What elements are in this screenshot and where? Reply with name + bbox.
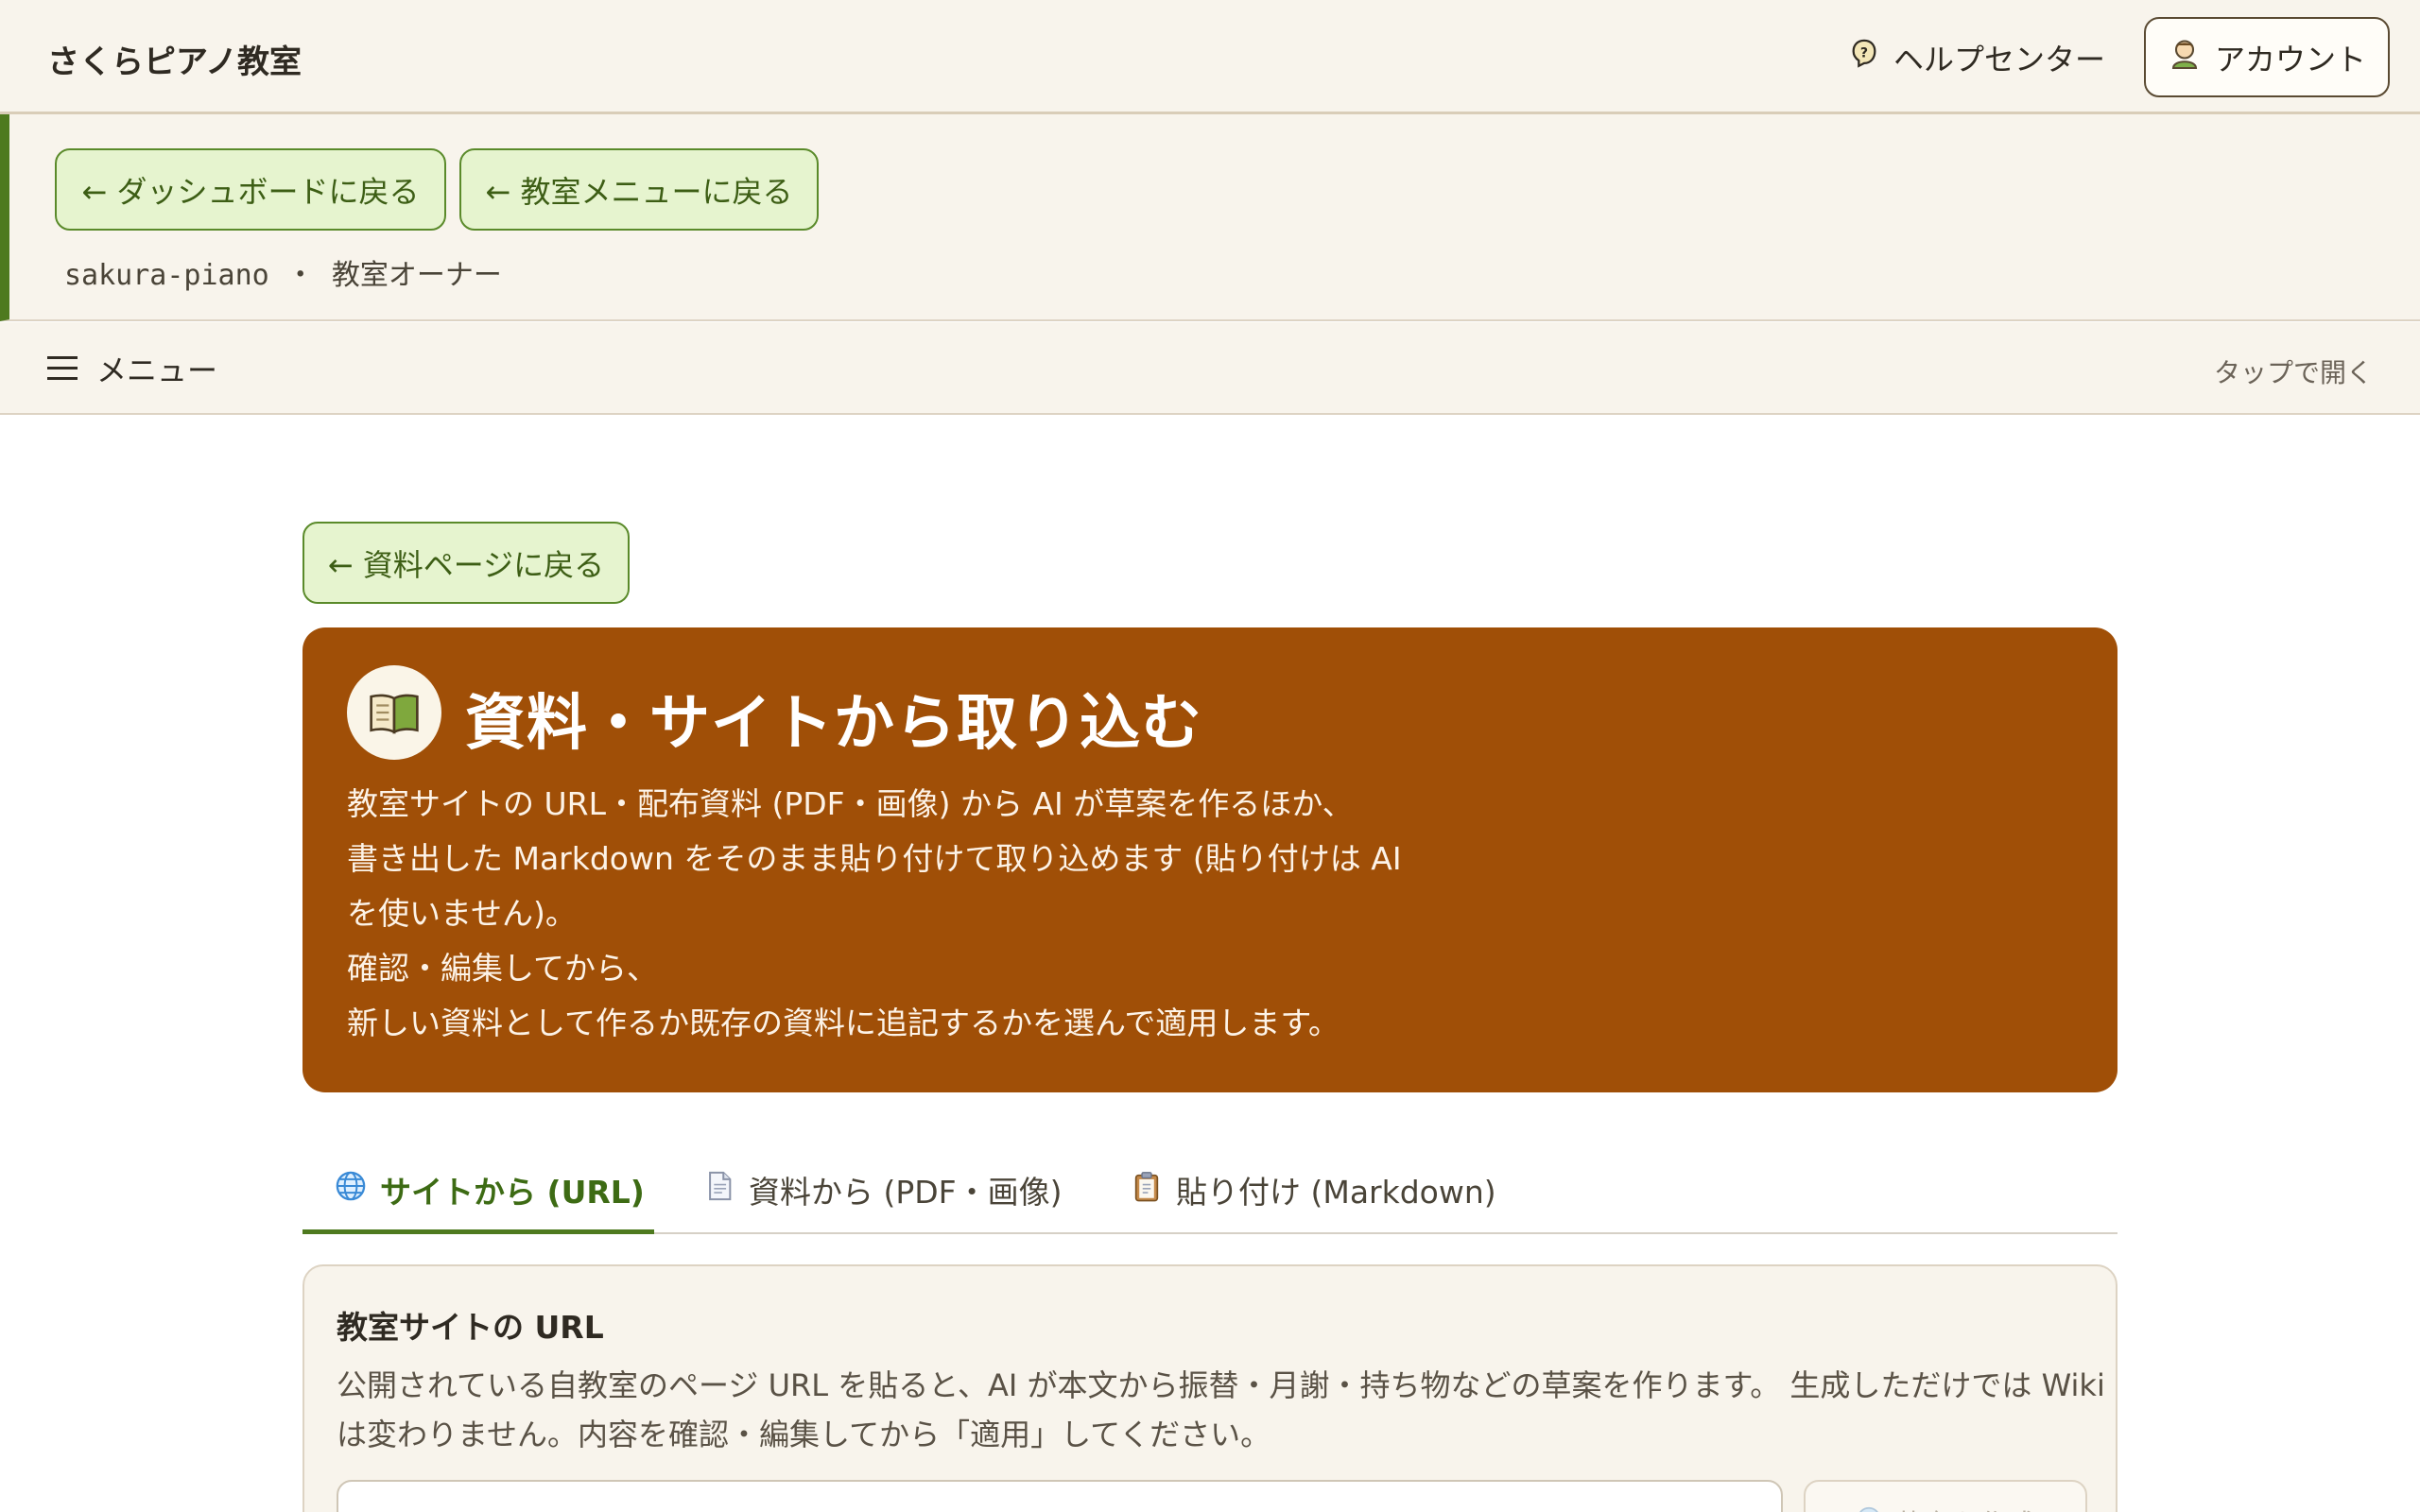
page-title: 資料・サイトから取り込む <box>465 689 1202 759</box>
tab-paste-markdown[interactable]: 貼り付け (Markdown) <box>1131 1145 1496 1234</box>
hero-description-line: を使いません)。 <box>347 895 577 932</box>
clipboard-icon <box>1131 1170 1163 1210</box>
url-card-description: 公開されている自教室のページ URL を貼ると、AI が本文から振替・月謝・持ち… <box>337 1361 2105 1459</box>
brand-name[interactable]: さくらピアノ教室 <box>47 36 302 82</box>
owner-meta: sakura-piano ・ 教室オーナー <box>64 259 502 292</box>
url-card-description-line: は変わりません。内容を確認・編集してから「適用」してください。 <box>337 1417 1271 1452</box>
help-icon: ? <box>1848 38 1880 77</box>
url-import-card: 教室サイトの URL 公開されている自教室のページ URL を貼ると、AI が本… <box>302 1264 2118 1512</box>
tab-label: サイトから (URL) <box>380 1174 645 1211</box>
hero-description: 教室サイトの URL・配布資料 (PDF・画像) から AI が草案を作るほか、… <box>347 777 1481 1051</box>
import-source-tabs: サイトから (URL) 資料から (PDF・画像) 貼り付け (Markdown… <box>302 1145 2118 1234</box>
back-to-materials-button[interactable]: ← 資料ページに戻る <box>302 522 630 604</box>
hero-description-line: 教室サイトの URL・配布資料 (PDF・画像) から AI が草案を作るほか、 <box>347 785 1354 822</box>
svg-text:?: ? <box>1860 46 1868 61</box>
top-header: さくらピアノ教室 ? ヘルプセンター アカウント <box>0 0 2420 114</box>
tab-label: 資料から (PDF・画像) <box>749 1174 1063 1211</box>
url-card-title: 教室サイトの URL <box>337 1309 604 1346</box>
site-url-input[interactable] <box>337 1480 1783 1512</box>
tab-label: 貼り付け (Markdown) <box>1176 1174 1496 1211</box>
generate-draft-label: 草案を作成 <box>1894 1502 2036 1512</box>
generate-draft-button[interactable]: 草案を作成 <box>1804 1480 2087 1512</box>
help-center-label: ヘルプセンター <box>1893 42 2106 77</box>
menu-hint: タップで開く <box>2213 357 2373 388</box>
avatar-icon <box>2168 37 2202 78</box>
hero-description-line: 確認・編集してから、 <box>347 950 659 987</box>
url-card-description-line: 公開されている自教室のページ URL を貼ると、AI が本文から振替・月謝・持ち… <box>337 1367 2105 1403</box>
tab-document-pdf-image[interactable]: 資料から (PDF・画像) <box>703 1145 1063 1234</box>
owner-bar: ← ダッシュボードに戻る ← 教室メニューに戻る sakura-piano ・ … <box>0 114 2420 321</box>
help-center-link[interactable]: ? ヘルプセンター <box>1848 34 2105 81</box>
hamburger-icon <box>47 356 78 381</box>
hero-description-line: 書き出した Markdown をそのまま貼り付けて取り込めます (貼り付けは A… <box>347 840 1402 877</box>
tab-site-url[interactable]: サイトから (URL) <box>335 1145 645 1234</box>
open-book-icon <box>347 665 441 760</box>
account-button[interactable]: アカウント <box>2144 17 2390 97</box>
globe-icon <box>335 1170 367 1210</box>
sparkle-icon <box>1855 1504 1883 1512</box>
account-label: アカウント <box>2214 41 2366 77</box>
active-tab-indicator <box>302 1229 654 1234</box>
menu-label: メニュー <box>96 352 218 388</box>
document-icon <box>703 1170 735 1210</box>
back-to-dashboard-button[interactable]: ← ダッシュボードに戻る <box>55 148 446 231</box>
menu-toggle[interactable]: メニュー <box>47 345 217 392</box>
hero-banner: 資料・サイトから取り込む 教室サイトの URL・配布資料 (PDF・画像) から… <box>302 627 2118 1092</box>
hero-description-line: 新しい資料として作るか既存の資料に追記するかを選んで適用します。 <box>347 1005 1340 1041</box>
menu-bar: メニュー タップで開く <box>0 322 2420 415</box>
back-to-classroom-menu-button[interactable]: ← 教室メニューに戻る <box>459 148 819 231</box>
